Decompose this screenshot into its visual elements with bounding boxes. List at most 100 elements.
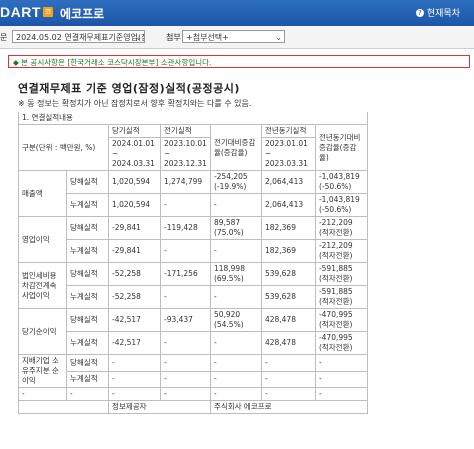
yoy-change-value-line2: (적자전환) <box>318 251 353 260</box>
qoq-value-line2: (69.5%) <box>213 274 244 283</box>
toc-help-link[interactable]: ? 현재목차 <box>415 6 460 19</box>
sub-label: 당해실적 <box>66 170 109 194</box>
prev-value-line1: - <box>164 246 167 255</box>
sub-label-line1: 당해실적 <box>70 177 98 186</box>
qoq-value-line1: - <box>213 292 217 301</box>
yoy-change-value-line2: (적자전환) <box>318 297 353 306</box>
yoy-change-value: -212,209 (적자전환) <box>314 216 368 240</box>
item-name: 법인세비용차감전계속사업이익 <box>18 262 67 309</box>
yoy-value: 2,064,413 <box>260 170 316 194</box>
qoq-value: - <box>209 331 262 355</box>
sub-label: 당해실적 <box>66 262 109 286</box>
yoy-value-line1: 2,064,413 <box>264 177 304 186</box>
sub-label-line1: 당해실적 <box>70 357 98 367</box>
qoq-value: - <box>209 370 262 388</box>
prev-value-line1: 1,274,799 <box>164 177 203 186</box>
report-select-value: 2024.05.02 연결재무제표기준영업(잠정) <box>16 33 145 42</box>
sub-label-line1: 당해실적 <box>70 269 98 278</box>
header-row: 구분(단위 : 백만원, %) 당기실적 전기실적 전기대비증감율(증감율) 전… <box>18 124 368 171</box>
document-body: 연결재무제표 기준 영업(잠정)실적(공정공시) ※ 동 정보는 확정치가 아닌… <box>18 80 474 449</box>
company-badge-icon: 코 <box>43 7 53 17</box>
current-value-line1: -29,841 <box>112 246 141 255</box>
sub-label: 누계실적 <box>66 331 109 355</box>
yoy-change-value-line1: -470,995 <box>318 333 353 342</box>
period-sep: ~ <box>112 149 119 158</box>
yoy-change-value: -591,885 (적자전환) <box>314 285 368 309</box>
table-row: 영업이익 당해실적 -29,841 -119,428 89,587 (75.0%) 182,… <box>18 216 368 263</box>
table-row: 당기순이익 당해실적 -42,517 -93,437 50,920 (54.5%) 428,… <box>18 308 368 355</box>
current-value-line1: -52,258 <box>112 292 141 301</box>
prev-value-line1: - <box>164 292 167 301</box>
prev-value-line1: -93,437 <box>164 315 193 324</box>
yoy-change-value: - <box>314 354 368 372</box>
current-value: - <box>108 354 161 372</box>
qoq-value-line1: 89,587 <box>213 218 241 227</box>
notice-banner: ◆ 본 공시사항은 [한국거래소 코스닥시장본부] 소관사항입니다. <box>8 55 470 68</box>
table-row: 누계실적 -29,841 - - 182,369 -212,209 (적자전환) <box>19 239 368 263</box>
info-provider-label: 정보제공자 <box>108 400 211 414</box>
yoy-value-line1: 428,478 <box>264 315 296 324</box>
qoq-value-line2: (-19.9%) <box>213 182 247 191</box>
section-title: 1. 연결실적내용 <box>18 112 368 125</box>
qoq-value-line1: - <box>213 200 217 209</box>
prev-value: - <box>160 331 211 355</box>
prev-value-line1: - <box>164 389 167 398</box>
disclaimer-note: ※ 동 정보는 확정치가 아닌 잠정치로서 향후 확정치와는 다를 수 있음. <box>18 99 252 108</box>
current-value: - <box>108 387 161 401</box>
yoy-change-value: -470,995 (적자전환) <box>314 331 368 355</box>
yoy-value: 2,064,413 <box>260 193 316 217</box>
prev-value: - <box>160 387 211 401</box>
yoy-value: 539,628 <box>260 285 316 309</box>
col-yoy-header: 전년동기실적 <box>260 124 316 138</box>
prev-value-line1: - <box>164 200 167 209</box>
sub-label: 당해실적 <box>66 216 109 240</box>
yoy-value-line1: - <box>264 357 268 367</box>
yoy-value: 182,369 <box>260 216 316 240</box>
prev-value-line1: - <box>164 338 167 347</box>
yoy-value: - <box>260 387 316 401</box>
period-start: 2024.01.01 <box>112 139 155 148</box>
period-end: 2023.03.31 <box>264 159 308 168</box>
yoy-change-value: -470,995 (적자전환) <box>314 308 368 332</box>
sub-label-line1: 당해실적 <box>70 315 98 324</box>
results-table: 1. 연결실적내용 구분(단위 : 백만원, %) 당기실적 전기실적 전기대비… <box>18 112 368 414</box>
qoq-value-line1: - <box>213 357 217 367</box>
sub-label: 누계실적 <box>66 285 109 309</box>
sub-label: 당해실적 <box>66 354 109 372</box>
qoq-value-line1: - <box>213 389 217 398</box>
yoy-change-value: -212,209 (적자전환) <box>314 239 368 263</box>
qoq-value: 89,587 (75.0%) <box>209 216 262 240</box>
yoy-change-value-line1: -212,209 <box>318 218 353 227</box>
yoy-value-line1: 428,478 <box>264 338 296 347</box>
qoq-value: 118,998 (69.5%) <box>209 262 262 286</box>
yoy-change-value: - <box>314 387 368 401</box>
report-select[interactable]: 2024.05.02 연결재무제표기준영업(잠정) ⌄ <box>12 30 145 43</box>
attach-select[interactable]: +첨부선택+ ⌄ <box>182 30 285 43</box>
prev-value: -93,437 <box>160 308 211 332</box>
yoy-value: 428,478 <box>260 331 316 355</box>
col-prev-header: 전기실적 <box>160 124 211 138</box>
qoq-value-line1: - <box>213 246 217 255</box>
footer-spacer <box>18 400 109 414</box>
current-value: -52,258 <box>108 262 161 286</box>
qoq-value: 50,920 (54.5%) <box>209 308 262 332</box>
yoy-change-value-line2: (적자전환) <box>318 274 353 283</box>
yoy-value-line1: - <box>264 389 268 398</box>
period-sep: ~ <box>264 149 272 158</box>
company-title: 에코프로 <box>60 7 105 21</box>
section-row: 1. 연결실적내용 <box>18 112 368 125</box>
current-value-line1: -42,517 <box>112 338 141 347</box>
current-value-line1: 1,020,594 <box>112 200 151 209</box>
yoy-value: - <box>260 370 316 388</box>
document-title: 연결재무제표 기준 영업(잠정)실적(공정공시) <box>18 82 240 95</box>
qoq-value-line2: (54.5%) <box>213 320 244 329</box>
yoy-change-value-line2: (-50.6%) <box>318 182 352 191</box>
chevron-down-icon: ⌄ <box>135 33 142 42</box>
table-row: 누계실적 1,020,594 - - 2,064,413 -1,043,819 (-50.6… <box>19 193 368 217</box>
toc-help-label: 현재목차 <box>426 9 460 19</box>
sub-label-line1: 누계실적 <box>70 292 98 301</box>
prev-value: 1,274,799 <box>160 170 211 194</box>
qoq-value: - <box>209 239 262 263</box>
qoq-value: - <box>209 193 262 217</box>
sub-label: - <box>66 387 109 401</box>
